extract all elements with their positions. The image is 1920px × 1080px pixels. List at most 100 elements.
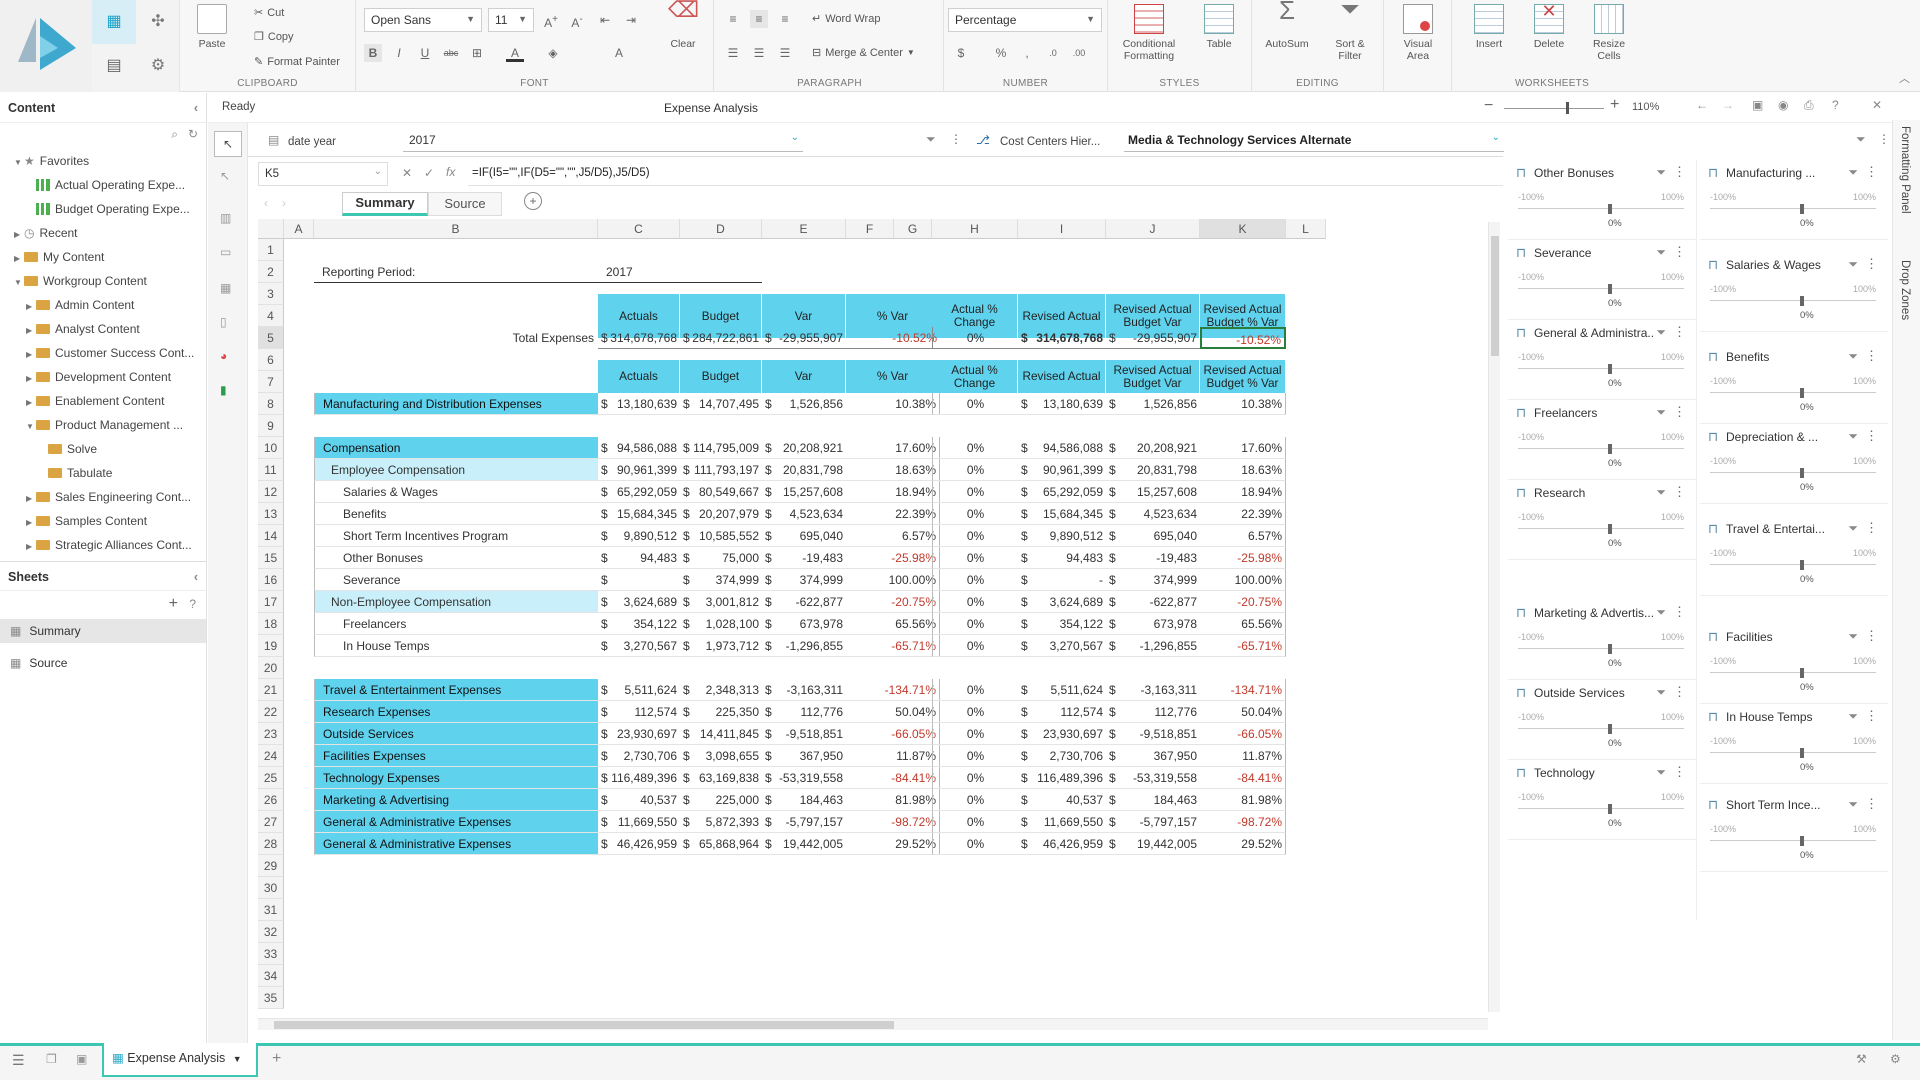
value-cell[interactable]: 0% [932,569,1018,591]
more-options-icon[interactable]: ⋮ [1673,604,1686,620]
row-header[interactable]: 3 [258,283,284,305]
value-cell[interactable]: 0% [932,393,1018,415]
tree-item[interactable]: ▶ Admin Content [0,293,206,317]
value-cell[interactable]: 100.00% [1200,569,1286,591]
value-cell[interactable]: $20,208,921 [762,437,846,459]
slider-thumb[interactable] [1608,644,1612,654]
font-grow-icon[interactable]: A+ [542,11,560,30]
value-cell[interactable]: $ [598,569,680,591]
filter-clear-icon[interactable]: ⏷ [1848,165,1858,180]
slider-track[interactable] [1518,288,1684,289]
value-cell[interactable]: $367,950 [1106,745,1200,767]
horizontal-scrollbar[interactable] [258,1018,1488,1030]
filter-clear-icon[interactable]: ⏷ [1848,797,1858,812]
row-header[interactable]: 11 [258,459,284,481]
expand-toggle-icon[interactable]: ▶ [26,391,36,415]
delete-button[interactable]: ✕ Delete [1522,2,1576,50]
value-cell[interactable]: 65.56% [1200,613,1286,635]
value-cell[interactable]: $46,426,959 [1018,833,1106,855]
value-cell[interactable]: 22.39% [1200,503,1286,525]
value-cell[interactable]: $2,730,706 [1018,745,1106,767]
confirm-icon[interactable]: ✓ [424,166,434,180]
row-header[interactable]: 20 [258,657,284,679]
filter-clear-icon[interactable]: ⏷ [1656,605,1666,620]
tree-item[interactable]: ▶ Samples Content [0,509,206,533]
value-cell[interactable]: $23,930,697 [598,723,680,745]
row-header[interactable]: 18 [258,613,284,635]
filter-clear-icon[interactable]: ⏷ [1848,429,1858,444]
tree-item[interactable]: ▶ Sales Engineering Cont... [0,485,206,509]
row-label[interactable]: General & Administrative Expenses [314,833,598,855]
tree-item[interactable]: ▶ Development Content [0,365,206,389]
expand-toggle-icon[interactable]: ▶ [26,343,36,367]
more-options-icon[interactable]: ⋮ [1673,404,1686,420]
value-cell[interactable]: 65.56% [846,613,940,635]
vertical-scrollbar-thumb[interactable] [1491,236,1499,356]
tree-item[interactable]: ▼ Workgroup Content [0,269,206,293]
more-options-icon[interactable]: ⋮ [1865,708,1878,724]
value-cell[interactable]: -66.05% [1200,723,1286,745]
horizontal-scrollbar-thumb[interactable] [274,1021,894,1029]
indent-icon[interactable]: ⇤ [596,11,614,29]
slicer-card[interactable]: ⊓ Other Bonuses ⏷ ⋮ -100% 100% 0% [1508,160,1696,240]
value-cell[interactable]: 11.87% [1200,745,1286,767]
row-label[interactable]: Marketing & Advertising [314,789,598,811]
value-cell[interactable]: 0% [932,503,1018,525]
row-header[interactable]: 30 [258,877,284,899]
slider-track[interactable] [1518,648,1684,649]
tree-item[interactable]: Budget Operating Expe... [0,197,206,221]
value-cell[interactable]: -10.52% [846,327,940,349]
column-header[interactable]: G [894,219,932,239]
value-cell[interactable]: $184,463 [1106,789,1200,811]
row-header[interactable]: 14 [258,525,284,547]
value-cell[interactable]: $3,098,655 [680,745,762,767]
forward-icon[interactable]: → [1722,98,1734,112]
row-label[interactable]: Severance [314,569,598,591]
drop-zones-tab[interactable]: Drop Zones [1899,260,1911,320]
row-header[interactable]: 25 [258,767,284,789]
strikethrough-icon[interactable]: abc [442,44,460,62]
back-icon[interactable]: ← [1696,98,1708,112]
value-cell[interactable]: $65,292,059 [1018,481,1106,503]
value-cell[interactable]: $112,574 [1018,701,1106,723]
tree-item[interactable]: Solve [0,437,206,461]
value-cell[interactable]: 18.63% [846,459,940,481]
value-cell[interactable]: $314,678,768 [1018,327,1106,349]
tree-item[interactable]: ▶ Enablement Content [0,389,206,413]
value-cell[interactable]: $112,776 [762,701,846,723]
more-options-icon[interactable]: ⋮ [1865,348,1878,364]
collapse-sheets-icon[interactable]: ‹ [194,562,198,592]
value-cell[interactable]: 0% [932,789,1018,811]
value-cell[interactable]: $94,483 [598,547,680,569]
slider-track[interactable] [1518,528,1684,529]
sheet-item-source[interactable]: ▦ Source [0,651,206,675]
reporting-period-label[interactable]: Reporting Period: [314,261,598,283]
value-cell[interactable]: $116,489,396 [1018,767,1106,789]
cost-center-filter-select[interactable]: Media & Technology Services Alternate ⌄ [1124,128,1504,152]
slider-track[interactable] [1518,808,1684,809]
slider-track[interactable] [1710,840,1876,841]
value-cell[interactable]: 0% [932,767,1018,789]
grid-tool-icon[interactable]: ▦ [220,281,231,295]
align-right-icon[interactable]: ☰ [776,44,794,62]
value-cell[interactable]: $94,483 [1018,547,1106,569]
app-logo[interactable] [0,0,92,92]
filter-clear-icon[interactable]: ⏷ [1848,257,1858,272]
row-header[interactable]: 34 [258,965,284,987]
more-options-icon[interactable]: ⋮ [1673,164,1686,180]
value-cell[interactable]: $94,586,088 [1018,437,1106,459]
slider-track[interactable] [1710,672,1876,673]
font-family-select[interactable]: Open Sans ▼ [364,8,482,32]
cut-button[interactable]: ✂ Cut [254,6,284,20]
decrease-decimal-icon[interactable]: .00 [1070,44,1088,62]
value-cell[interactable]: -84.41% [1200,767,1286,789]
border-icon[interactable]: ⊞ [468,44,486,62]
more-options-icon[interactable]: ⋮ [1865,520,1878,536]
menu-icon[interactable]: ☰ [12,1052,25,1069]
slider-thumb[interactable] [1800,668,1804,678]
row-header[interactable]: 4 [258,305,284,327]
value-cell[interactable]: $5,511,624 [1018,679,1106,701]
value-cell[interactable]: -25.98% [1200,547,1286,569]
value-cell[interactable]: 18.63% [1200,459,1286,481]
expand-toggle-icon[interactable]: ▶ [26,487,36,511]
